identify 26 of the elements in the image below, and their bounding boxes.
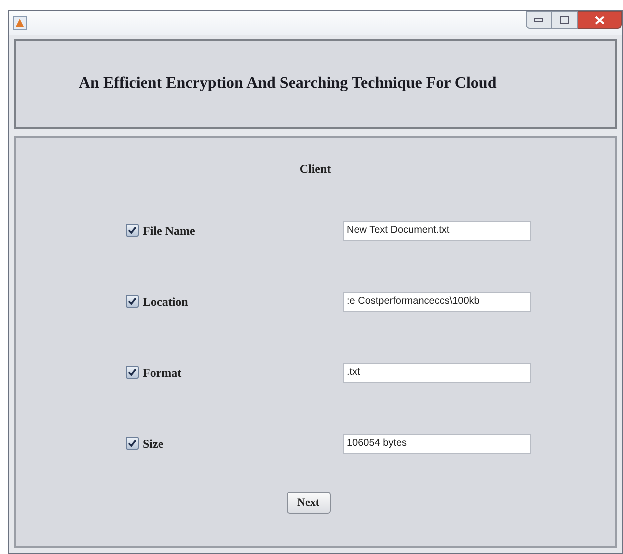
app-title: An Efficient Encryption And Searching Technique For Cloud [79, 74, 497, 94]
minimize-icon [534, 17, 544, 23]
field-label: Format [143, 364, 183, 382]
field-label: Size [143, 436, 165, 452]
maximize-button[interactable] [552, 11, 578, 29]
check-icon [128, 439, 137, 448]
text-field[interactable]: .txt [343, 362, 531, 382]
checkbox[interactable] [126, 295, 139, 308]
close-icon [594, 16, 604, 24]
check-icon [128, 368, 137, 377]
maximize-icon [560, 16, 570, 24]
checkbox[interactable] [126, 366, 139, 379]
app-icon [13, 16, 27, 30]
checkbox[interactable] [126, 437, 139, 450]
next-button[interactable]: Next [286, 492, 330, 514]
checkbox[interactable] [126, 224, 139, 237]
minimize-button[interactable] [526, 11, 552, 29]
text-field[interactable]: :e Costperformanceccs\100kb [343, 292, 531, 312]
field-label: File Name [143, 222, 196, 240]
panel-title: Client [300, 161, 332, 178]
check-icon [128, 226, 137, 235]
text-field[interactable]: 106054 bytes [343, 434, 531, 454]
text-field[interactable]: New Text Document.txt [343, 220, 531, 240]
close-button[interactable] [578, 11, 622, 29]
check-icon [128, 297, 137, 306]
field-label: Location [143, 294, 190, 310]
